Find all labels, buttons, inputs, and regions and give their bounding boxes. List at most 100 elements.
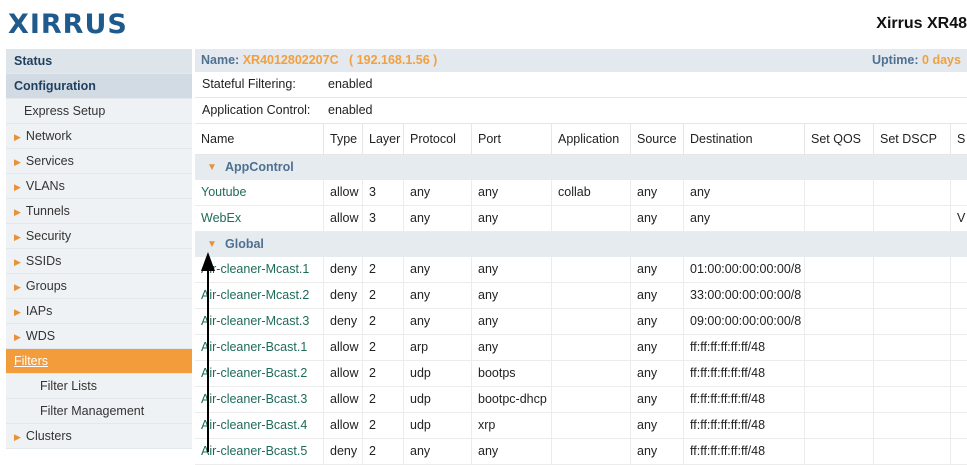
- application-control-row: Application Control: enabled: [195, 98, 967, 124]
- table-cell: 2: [363, 309, 404, 334]
- stateful-filtering-value[interactable]: enabled: [328, 72, 373, 97]
- expand-arrow-icon: ▶: [14, 157, 21, 167]
- table-row[interactable]: WebEx allow 3 any any any any V: [195, 206, 967, 232]
- filter-name-link[interactable]: Air-cleaner-Mcast.2: [195, 283, 324, 308]
- table-row[interactable]: Air-cleaner-Mcast.2 deny 2 any any any 33:00:0…: [195, 283, 967, 309]
- filter-name-link[interactable]: Air-cleaner-Bcast.3: [195, 387, 324, 412]
- filter-name-link[interactable]: Air-cleaner-Mcast.1: [195, 257, 324, 282]
- table-cell: allow: [324, 361, 363, 386]
- table-cell: any: [631, 413, 684, 438]
- sidebar-item-filter-management[interactable]: Filter Management: [6, 399, 192, 424]
- table-cell: udp: [404, 387, 472, 412]
- table-row[interactable]: Air-cleaner-Mcast.1 deny 2 any any any 01:00:0…: [195, 257, 967, 283]
- uptime-label: Uptime:: [872, 53, 919, 67]
- sidebar-item-security[interactable]: ▶ Security: [6, 224, 192, 249]
- table-cell: bootpc-dhcp: [472, 387, 552, 412]
- column-header-application[interactable]: Application: [552, 124, 631, 154]
- table-cell: any: [631, 387, 684, 412]
- table-cell: [552, 361, 631, 386]
- table-cell: [951, 283, 967, 308]
- expand-arrow-icon: ▶: [14, 182, 21, 192]
- sidebar-item-label: IAPs: [25, 304, 53, 318]
- filter-name-link[interactable]: Air-cleaner-Bcast.2: [195, 361, 324, 386]
- table-cell: any: [404, 180, 472, 205]
- table-cell: [552, 387, 631, 412]
- column-header-name[interactable]: Name: [195, 124, 324, 154]
- column-header-s[interactable]: S: [951, 124, 967, 154]
- sidebar-item-clusters[interactable]: ▶ Clusters: [6, 424, 192, 449]
- sidebar-item-express-setup[interactable]: Express Setup: [6, 99, 192, 124]
- sidebar-item-vlans[interactable]: ▶ VLANs: [6, 174, 192, 199]
- table-row[interactable]: Youtube allow 3 any any collab any any: [195, 180, 967, 206]
- main-content: Name: XR4012802207C ( 192.168.1.56 ) Upt…: [195, 49, 967, 465]
- sidebar-item-configuration[interactable]: Configuration: [6, 74, 192, 99]
- filter-name-link[interactable]: Youtube: [195, 180, 324, 205]
- column-header-protocol[interactable]: Protocol: [404, 124, 472, 154]
- table-row[interactable]: Air-cleaner-Bcast.2 allow 2 udp bootps any ff:…: [195, 361, 967, 387]
- sidebar-item-label: Filter Management: [40, 404, 145, 418]
- column-header-set-dscp[interactable]: Set DSCP: [874, 124, 951, 154]
- sidebar-item-services[interactable]: ▶ Services: [6, 149, 192, 174]
- column-header-port[interactable]: Port: [472, 124, 552, 154]
- table-cell: udp: [404, 361, 472, 386]
- table-cell: [805, 283, 874, 308]
- table-row[interactable]: Air-cleaner-Bcast.1 allow 2 arp any any ff:ff:…: [195, 335, 967, 361]
- filter-name-link[interactable]: Air-cleaner-Mcast.3: [195, 309, 324, 334]
- table-cell: any: [631, 335, 684, 360]
- table-cell: allow: [324, 206, 363, 231]
- collapse-arrow-icon[interactable]: ▼: [207, 155, 217, 180]
- column-header-type[interactable]: Type: [324, 124, 363, 154]
- sidebar-item-label: Security: [25, 229, 72, 243]
- stateful-filtering-label: Stateful Filtering:: [202, 77, 296, 91]
- filter-name-link[interactable]: Air-cleaner-Bcast.1: [195, 335, 324, 360]
- table-cell: xrp: [472, 413, 552, 438]
- filter-name-link[interactable]: Air-cleaner-Bcast.4: [195, 413, 324, 438]
- sidebar-item-label: Express Setup: [24, 104, 106, 118]
- sidebar-item-filters[interactable]: ▶Filters: [6, 349, 192, 374]
- sidebar-item-ssids[interactable]: ▶ SSIDs: [6, 249, 192, 274]
- sidebar-item-network[interactable]: ▶ Network: [6, 124, 192, 149]
- sidebar-item-label: SSIDs: [25, 254, 62, 268]
- filter-name-link[interactable]: WebEx: [195, 206, 324, 231]
- table-cell: [951, 387, 967, 412]
- table-cell: allow: [324, 387, 363, 412]
- table-row[interactable]: Air-cleaner-Bcast.3 allow 2 udp bootpc-dhcp a…: [195, 387, 967, 413]
- sidebar-item-label: Groups: [25, 279, 67, 293]
- product-title: Xirrus XR48: [876, 15, 967, 32]
- table-row[interactable]: Air-cleaner-Mcast.3 deny 2 any any any 09:00:0…: [195, 309, 967, 335]
- table-cell: [552, 413, 631, 438]
- table-cell: any: [684, 206, 805, 231]
- column-header-layer[interactable]: Layer: [363, 124, 404, 154]
- table-cell: any: [404, 257, 472, 282]
- uptime-value: 0 days: [922, 53, 961, 67]
- sidebar-item-status[interactable]: Status: [6, 49, 192, 74]
- column-header-set-qos[interactable]: Set QOS: [805, 124, 874, 154]
- table-cell: ff:ff:ff:ff:ff:ff/48: [684, 361, 805, 386]
- collapse-arrow-icon[interactable]: ▼: [207, 232, 217, 257]
- table-cell: [874, 257, 951, 282]
- sidebar-item-label: Filters: [14, 354, 49, 368]
- column-header-source[interactable]: Source: [631, 124, 684, 154]
- sidebar-item-groups[interactable]: ▶ Groups: [6, 274, 192, 299]
- device-name-label: Name:: [201, 53, 240, 67]
- table-row[interactable]: Air-cleaner-Bcast.5 deny 2 any any any ff:ff:f…: [195, 439, 967, 465]
- sidebar-item-label: Network: [25, 129, 72, 143]
- sidebar-item-iaps[interactable]: ▶ IAPs: [6, 299, 192, 324]
- group-row-global[interactable]: ▼ Global: [195, 232, 967, 257]
- table-cell: [951, 413, 967, 438]
- column-header-destination[interactable]: Destination: [684, 124, 805, 154]
- application-control-value[interactable]: enabled: [328, 98, 373, 123]
- table-cell: 2: [363, 413, 404, 438]
- table-cell: [805, 413, 874, 438]
- table-cell: [874, 309, 951, 334]
- sidebar-item-tunnels[interactable]: ▶ Tunnels: [6, 199, 192, 224]
- group-row-appcontrol[interactable]: ▼ AppControl: [195, 155, 967, 180]
- table-cell: any: [472, 180, 552, 205]
- sidebar-item-filter-lists[interactable]: Filter Lists: [6, 374, 192, 399]
- table-cell: allow: [324, 180, 363, 205]
- table-row[interactable]: Air-cleaner-Bcast.4 allow 2 udp xrp any ff:ff:…: [195, 413, 967, 439]
- table-cell: [552, 257, 631, 282]
- table-cell: 2: [363, 257, 404, 282]
- table-cell: [552, 309, 631, 334]
- sidebar-item-wds[interactable]: ▶ WDS: [6, 324, 192, 349]
